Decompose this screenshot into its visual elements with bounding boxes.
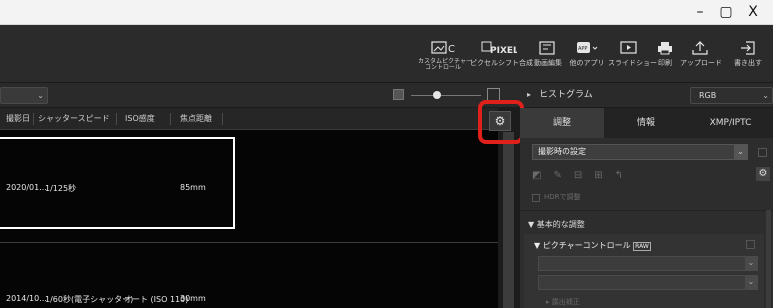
histogram-channel-value: RGB: [699, 91, 717, 100]
column-header-iso[interactable]: ISO感度: [125, 108, 155, 130]
print-label: 印刷: [658, 59, 672, 67]
app-window: – ▢ X C カスタムピクチャー コントロール PIXEL ピクセルシフト合成: [0, 0, 773, 308]
chevron-down-icon: ⌄: [37, 91, 44, 100]
view-options-bar: ⌄ ▸ ヒストグラム RGB ⌄: [0, 83, 773, 108]
upload-button[interactable]: アップロード: [680, 25, 722, 83]
title-bar: – ▢ X: [0, 0, 773, 25]
pixel-shift-label: ピクセルシフト合成: [470, 59, 533, 67]
svg-text:C: C: [448, 44, 455, 55]
list-scrollbar-thumb[interactable]: [503, 132, 514, 308]
picture-control-button[interactable]: C カスタムピクチャー コントロール: [418, 25, 472, 83]
pixel-shift-icon: PIXEL: [481, 41, 517, 55]
movie-edit-button[interactable]: 動画編集: [529, 25, 567, 83]
histogram-label: ヒストグラム: [539, 90, 593, 100]
upload-icon: [692, 41, 708, 55]
other-apps-icon: APP: [577, 42, 598, 53]
picture-control-dropdown-2[interactable]: ⌄: [538, 275, 758, 290]
preset-value: 撮影時の設定: [538, 147, 586, 156]
row-shutter: 1/125秒: [45, 184, 77, 193]
picture-control-dropdown-1[interactable]: ⌄: [538, 256, 758, 271]
tab-xmp-iptc[interactable]: XMP/IPTC: [688, 108, 773, 138]
chevron-down-icon: ⌄: [745, 276, 757, 289]
histogram-expand-icon[interactable]: ▸: [527, 83, 531, 107]
preset-dropdown[interactable]: 撮影時の設定 ⌄: [532, 144, 748, 160]
file-list-header: 撮影日 シャッタースピード ISO感度 焦点距離: [0, 108, 498, 130]
picture-control-checkbox[interactable]: [746, 240, 755, 249]
column-divider: [116, 113, 117, 125]
column-divider: [222, 113, 223, 125]
chevron-down-icon: ⌄: [762, 91, 769, 100]
table-row-selected[interactable]: 2020/01... 1/125秒 85mm: [0, 137, 235, 229]
row-divider: [0, 242, 498, 243]
panel-scrollbar[interactable]: [766, 210, 771, 308]
table-row[interactable]: 2014/10... 1/60秒(電子シャッター) オート (ISO 110) …: [0, 244, 498, 308]
column-header-focal[interactable]: 焦点距離: [180, 108, 212, 130]
settings-gear-button[interactable]: ⚙: [489, 111, 511, 131]
movie-edit-icon: [539, 41, 555, 55]
view-dropdown[interactable]: ⌄: [0, 87, 48, 104]
exposure-label: 露出補正: [551, 298, 580, 306]
slideshow-button[interactable]: スライドショー: [608, 25, 657, 83]
histogram-channel-dropdown[interactable]: RGB ⌄: [690, 87, 773, 104]
print-button[interactable]: 印刷: [652, 25, 678, 83]
picture-control-section: ▼ ピクチャーコントロール RAW ⌄ ⌄ ▸ 露出補正: [524, 234, 764, 308]
column-header-date[interactable]: 撮影日: [6, 108, 30, 130]
picture-control-label: カスタムピクチャー コントロール: [418, 58, 472, 71]
upload-label: アップロード: [680, 59, 722, 67]
export-icon: [741, 41, 755, 55]
tab-info[interactable]: 情報: [604, 108, 688, 138]
column-divider: [33, 113, 34, 125]
panel-tabs: 調整 情報 XMP/IPTC: [520, 108, 773, 138]
preset-checkbox[interactable]: [758, 148, 767, 157]
raw-badge: RAW: [633, 242, 651, 251]
column-header-shutter[interactable]: シャッタースピード: [38, 108, 110, 130]
chevron-down-icon: ⌄: [734, 144, 747, 160]
thumbnail-size-icon[interactable]: [393, 89, 404, 100]
main-toolbar: C カスタムピクチャー コントロール PIXEL ピクセルシフト合成 動画編集 …: [0, 25, 773, 83]
slideshow-icon: [620, 41, 637, 54]
row-shutter: 1/60秒(電子シャッター): [45, 295, 134, 304]
file-list: 2020/01... 1/125秒 85mm 2014/10... 1/60秒(…: [0, 130, 498, 308]
export-label: 書き出す: [734, 59, 762, 67]
other-apps-button[interactable]: APP 他のアプリ: [567, 25, 607, 83]
movie-edit-label: 動画編集: [534, 59, 562, 67]
tab-adjust[interactable]: 調整: [520, 108, 604, 138]
hdr-checkbox[interactable]: [532, 194, 540, 202]
pixel-shift-button[interactable]: PIXEL ピクセルシフト合成: [470, 25, 533, 83]
basic-adjust-header[interactable]: ▼ 基本的な調整: [528, 219, 585, 230]
row-date: 2020/01...: [6, 183, 47, 192]
picture-control-label: ピクチャーコントロール: [542, 241, 631, 250]
svg-text:PIXEL: PIXEL: [490, 46, 517, 55]
row-focal: 85mm: [180, 183, 206, 192]
row-iso: オート (ISO 110): [124, 295, 189, 304]
picture-control-icon: C: [431, 41, 455, 55]
export-button[interactable]: 書き出す: [728, 25, 768, 83]
chevron-down-icon: ⌄: [745, 257, 757, 270]
other-apps-label: 他のアプリ: [569, 59, 605, 67]
row-focal: 30mm: [180, 294, 206, 303]
close-button[interactable]: X: [735, 0, 771, 25]
svg-text:APP: APP: [578, 46, 587, 52]
gear-icon: ⚙: [494, 114, 506, 128]
print-icon: [658, 42, 672, 55]
slider-handle[interactable]: [433, 91, 441, 99]
hdr-label: HDRで調整: [544, 193, 581, 201]
adjust-panel: 調整 情報 XMP/IPTC 撮影時の設定 ⌄ ◩✎⊟⊞↰ ⚙ HDRで調整 ▼…: [520, 108, 773, 308]
thumbnail-size-slider[interactable]: [411, 95, 481, 96]
row-date: 2014/10...: [6, 294, 47, 303]
basic-adjust-label: 基本的な調整: [536, 220, 585, 229]
panel-divider: [520, 210, 773, 211]
exposure-item[interactable]: ▸ 露出補正: [546, 297, 580, 307]
adjust-tools-icon[interactable]: ◩✎⊟⊞↰: [532, 170, 635, 181]
column-divider: [170, 113, 171, 125]
gear-icon[interactable]: ⚙: [756, 167, 770, 181]
slideshow-label: スライドショー: [608, 59, 657, 67]
picture-control-header[interactable]: ▼ ピクチャーコントロール RAW: [534, 240, 651, 251]
